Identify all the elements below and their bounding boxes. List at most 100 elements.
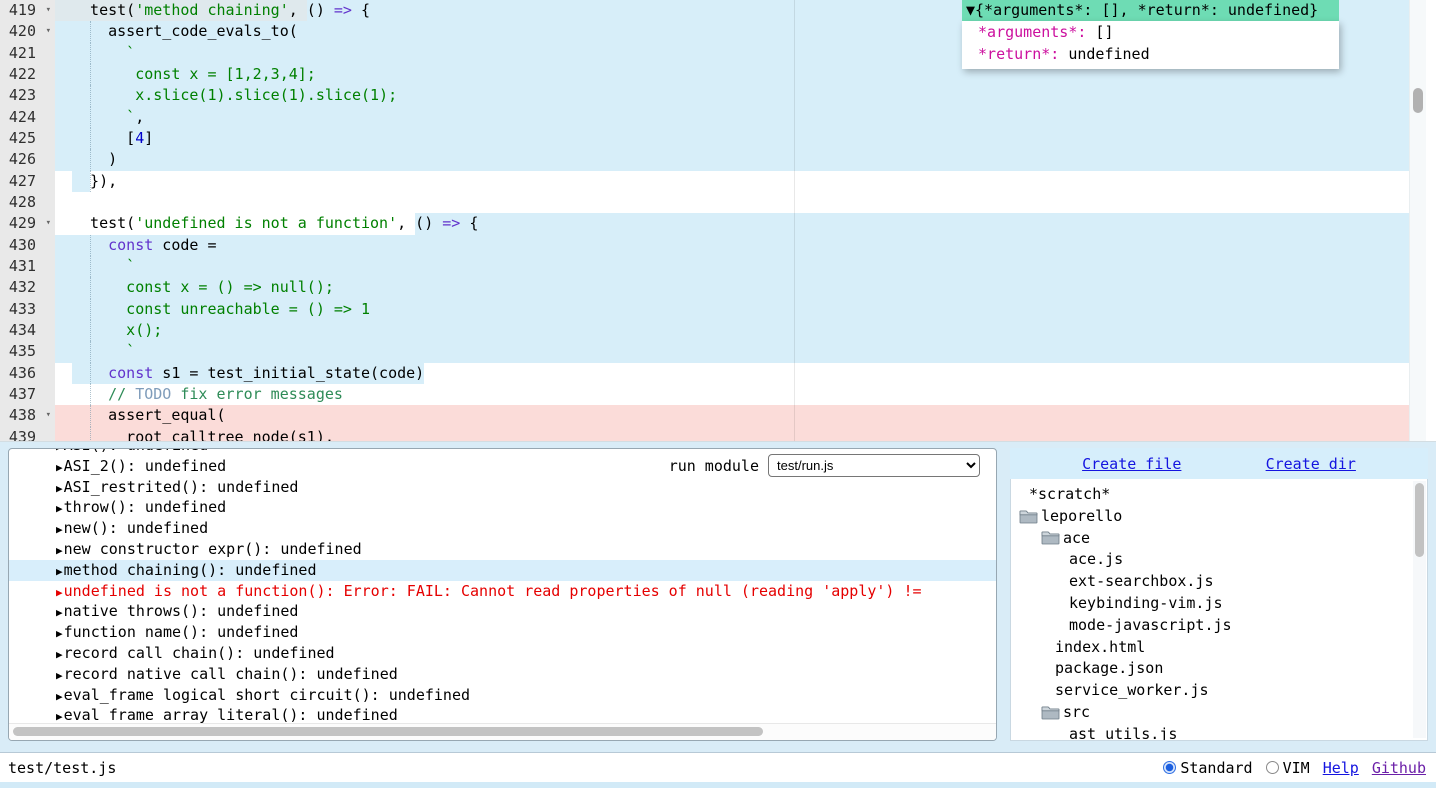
fold-arrow-icon[interactable]: ▾ bbox=[46, 21, 51, 42]
expand-arrow-icon[interactable]: ▶ bbox=[56, 448, 63, 453]
test-result-label: new(): undefined bbox=[64, 519, 209, 537]
fold-arrow-icon[interactable]: ▾ bbox=[46, 405, 51, 426]
expand-arrow-icon[interactable]: ▶ bbox=[56, 606, 63, 619]
file-tree-scrollbar-thumb[interactable] bbox=[1415, 483, 1424, 557]
gutter-line-number[interactable]: 438▾ bbox=[0, 405, 55, 426]
test-result-item[interactable]: ▶throw(): undefined bbox=[9, 497, 996, 518]
expand-arrow-icon[interactable]: ▶ bbox=[56, 461, 63, 474]
expand-arrow-icon[interactable]: ▶ bbox=[56, 544, 63, 557]
code-line[interactable]: test('undefined is not a function', () =… bbox=[55, 213, 1410, 234]
test-result-item[interactable]: ▶record call chain(): undefined bbox=[9, 643, 996, 664]
code-line-text: const code = bbox=[55, 235, 1410, 256]
keybinding-vim-option[interactable]: VIM bbox=[1266, 759, 1310, 777]
keybinding-standard-option[interactable]: Standard bbox=[1163, 759, 1252, 777]
code-line[interactable]: ` bbox=[55, 256, 1410, 277]
tree-item-ext-searchbox-js[interactable]: ext-searchbox.js bbox=[1011, 571, 1413, 593]
expand-arrow-icon[interactable]: ▶ bbox=[56, 482, 63, 495]
test-result-item[interactable]: ▶ASI_restrited(): undefined bbox=[9, 477, 996, 498]
expand-arrow-icon[interactable]: ▶ bbox=[56, 586, 63, 599]
expand-arrow-icon[interactable]: ▶ bbox=[56, 710, 63, 723]
tree-item-src[interactable]: src bbox=[1011, 702, 1413, 724]
radio-vim[interactable] bbox=[1266, 761, 1279, 774]
inspector-property-row[interactable]: *arguments*: [] bbox=[969, 22, 1329, 43]
test-result-item[interactable]: ▶undefined is not a function(): Error: F… bbox=[9, 581, 996, 602]
inspector-collapsed-summary[interactable]: ▼{*arguments*: [], *return*: undefined} bbox=[962, 0, 1339, 21]
test-results-list[interactable]: ▶ASI(): undefined▶ASI_2(): undefined▶ASI… bbox=[9, 448, 996, 726]
code-line[interactable] bbox=[55, 192, 1410, 213]
tree-item-leporello[interactable]: leporello bbox=[1011, 506, 1413, 528]
test-result-item[interactable]: ▶function name(): undefined bbox=[9, 622, 996, 643]
fold-arrow-icon[interactable]: ▾ bbox=[46, 213, 51, 234]
gutter-line-number[interactable]: 419▾ bbox=[0, 0, 55, 21]
code-line[interactable]: x(); bbox=[55, 320, 1410, 341]
code-line[interactable]: [4] bbox=[55, 128, 1410, 149]
code-editor[interactable]: 419▾420▾421422423424425426427428429▾4304… bbox=[0, 0, 1436, 442]
code-line[interactable]: }), bbox=[55, 171, 1410, 192]
test-result-item[interactable]: ▶new constructor expr(): undefined bbox=[9, 539, 996, 560]
editor-vertical-scrollbar[interactable] bbox=[1409, 0, 1426, 441]
run-module-label: run module bbox=[669, 457, 759, 475]
tree-item-label: mode-javascript.js bbox=[1069, 615, 1232, 637]
radio-standard[interactable] bbox=[1163, 761, 1176, 774]
gutter-line-number[interactable]: 420▾ bbox=[0, 21, 55, 42]
gutter-line-number: 430 bbox=[0, 235, 55, 256]
code-line[interactable]: `, bbox=[55, 107, 1410, 128]
expand-arrow-icon[interactable]: ▶ bbox=[56, 690, 63, 703]
tree-item-ast-utils-js[interactable]: ast_utils.js bbox=[1011, 724, 1413, 741]
tree-item-package-json[interactable]: package.json bbox=[1011, 658, 1413, 680]
file-tree-body[interactable]: *scratch*leporelloaceace.jsext-searchbox… bbox=[1010, 479, 1428, 741]
code-line[interactable]: assert_equal( bbox=[55, 405, 1410, 426]
code-line[interactable]: ) bbox=[55, 149, 1410, 170]
code-line[interactable]: ` bbox=[55, 341, 1410, 362]
tree-item-ace-js[interactable]: ace.js bbox=[1011, 549, 1413, 571]
gutter-line-number: 422 bbox=[0, 64, 55, 85]
test-result-item[interactable]: ▶eval_frame logical short circuit(): und… bbox=[9, 685, 996, 706]
code-line-text: const s1 = test_initial_state(code) bbox=[55, 363, 1410, 384]
file-tree-scrollbar[interactable] bbox=[1413, 481, 1426, 738]
code-line[interactable]: const code = bbox=[55, 235, 1410, 256]
expand-arrow-icon[interactable]: ▶ bbox=[56, 669, 63, 682]
github-link[interactable]: Github bbox=[1372, 759, 1426, 777]
test-result-label: record call chain(): undefined bbox=[64, 644, 335, 662]
help-link[interactable]: Help bbox=[1323, 759, 1359, 777]
test-result-item[interactable]: ▶native throws(): undefined bbox=[9, 601, 996, 622]
create-file-link[interactable]: Create file bbox=[1082, 455, 1181, 473]
output-scrollbar-thumb[interactable] bbox=[13, 727, 763, 736]
code-line[interactable]: // TODO fix error messages bbox=[55, 384, 1410, 405]
expand-arrow-icon[interactable]: ▶ bbox=[56, 502, 63, 515]
expand-arrow-icon[interactable]: ▶ bbox=[56, 648, 63, 661]
tree-item-ace[interactable]: ace bbox=[1011, 528, 1413, 550]
expand-arrow-icon[interactable]: ▶ bbox=[56, 627, 63, 640]
test-results-panel[interactable]: ▶ASI(): undefined▶ASI_2(): undefined▶ASI… bbox=[8, 448, 997, 741]
tree-item-label: src bbox=[1063, 702, 1090, 724]
code-line[interactable]: const unreachable = () => 1 bbox=[55, 299, 1410, 320]
create-dir-link[interactable]: Create dir bbox=[1266, 455, 1356, 473]
tree-item-label: keybinding-vim.js bbox=[1069, 593, 1223, 615]
test-result-item[interactable]: ▶new(): undefined bbox=[9, 518, 996, 539]
fold-arrow-icon[interactable]: ▾ bbox=[46, 0, 51, 21]
tree-item-label: ace bbox=[1063, 528, 1090, 550]
test-result-item[interactable]: ▶method chaining(): undefined bbox=[9, 560, 996, 581]
tree-item-index-html[interactable]: index.html bbox=[1011, 637, 1413, 659]
tree-item--scratch-[interactable]: *scratch* bbox=[1011, 484, 1413, 506]
property-value: [] bbox=[1086, 23, 1113, 41]
tree-item-mode-javascript-js[interactable]: mode-javascript.js bbox=[1011, 615, 1413, 637]
code-line[interactable]: const s1 = test_initial_state(code) bbox=[55, 363, 1410, 384]
code-line[interactable]: const x = () => null(); bbox=[55, 277, 1410, 298]
gutter-line-number[interactable]: 429▾ bbox=[0, 213, 55, 234]
file-tree[interactable]: *scratch*leporelloaceace.jsext-searchbox… bbox=[1011, 484, 1413, 741]
output-horizontal-scrollbar[interactable] bbox=[9, 723, 996, 740]
test-result-label: throw(): undefined bbox=[64, 498, 227, 516]
property-key: *arguments*: bbox=[969, 23, 1086, 41]
tree-item-service-worker-js[interactable]: service_worker.js bbox=[1011, 680, 1413, 702]
code-line[interactable]: root_calltree_node(s1), bbox=[55, 427, 1410, 442]
inspector-property-row[interactable]: *return*: undefined bbox=[969, 44, 1329, 65]
editor-scrollbar-thumb[interactable] bbox=[1413, 88, 1423, 113]
expand-arrow-icon[interactable]: ▶ bbox=[56, 565, 63, 578]
code-line[interactable]: x.slice(1).slice(1).slice(1); bbox=[55, 85, 1410, 106]
expand-arrow-icon[interactable]: ▶ bbox=[56, 523, 63, 536]
value-inspector-tooltip: ▼{*arguments*: [], *return*: undefined} … bbox=[962, 0, 1339, 69]
tree-item-keybinding-vim-js[interactable]: keybinding-vim.js bbox=[1011, 593, 1413, 615]
run-module-select[interactable]: test/run.js bbox=[768, 454, 980, 477]
test-result-item[interactable]: ▶record native call chain(): undefined bbox=[9, 664, 996, 685]
